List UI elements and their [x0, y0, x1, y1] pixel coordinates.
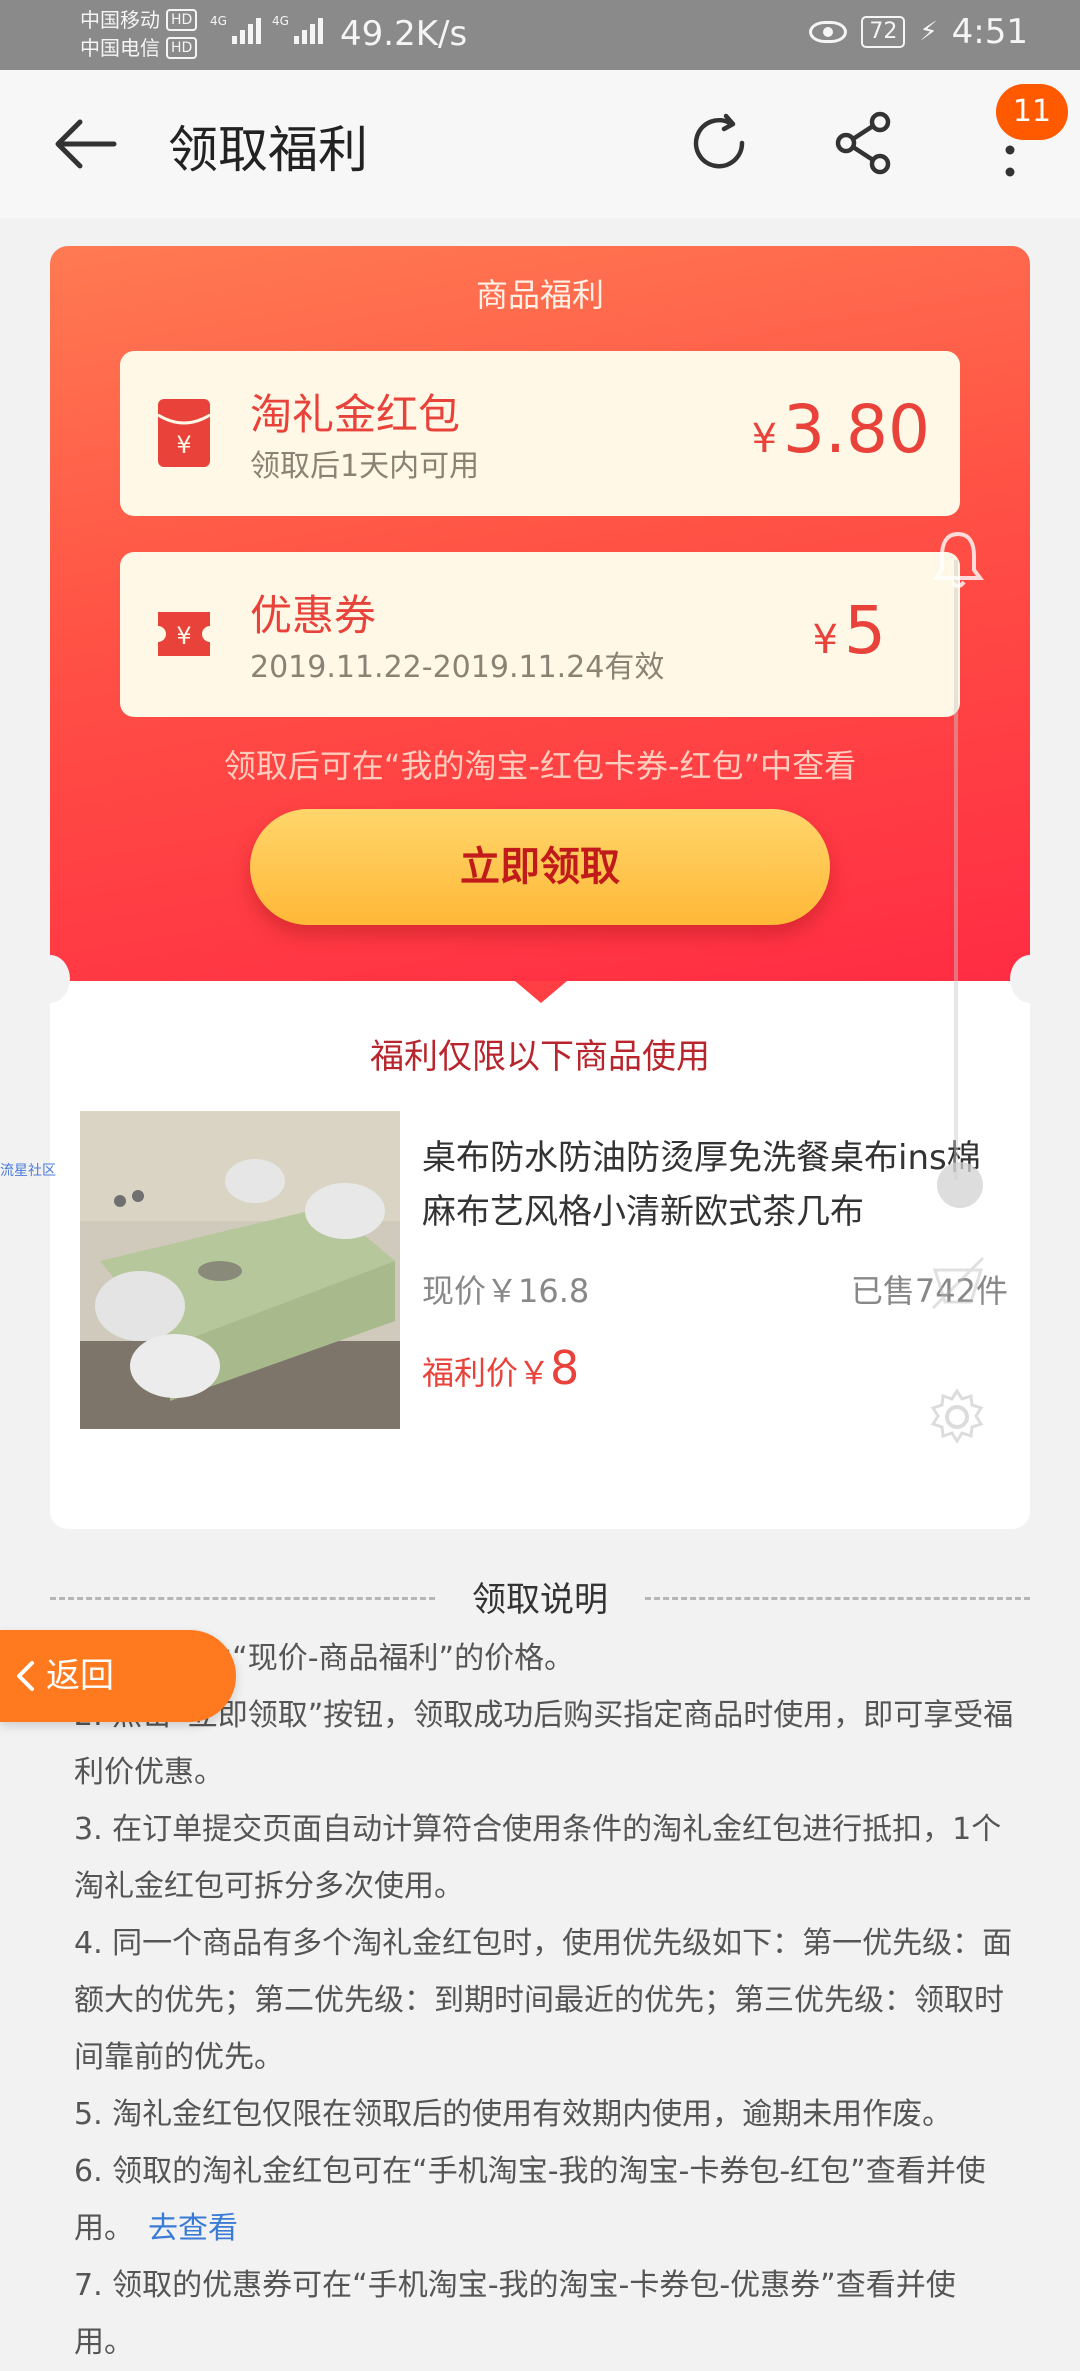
- coupon-amount: ¥3.80: [752, 391, 930, 468]
- red-envelope-icon: ¥: [157, 399, 211, 467]
- instructions-list: 1. 福利价为“现价-商品福利”的价格。 2. 点击“立即领取”按钮，领取成功后…: [74, 1630, 1014, 2371]
- welfare-price-value: 8: [550, 1341, 580, 1395]
- currency-symbol: ¥: [751, 416, 778, 462]
- product-card: 福利仅限以下商品使用 桌布防水防油防烫厚免洗餐桌布ins棉麻布艺风格小清新欧式茶…: [50, 981, 1030, 1529]
- status-bar: 中国移动 HD 中国电信 HD 4G 4G 49.2K/s 72 ⚡ 4:51: [0, 0, 1080, 70]
- svg-text:¥: ¥: [176, 431, 191, 459]
- coupon-title: 淘礼金红包: [250, 390, 461, 439]
- back-arrow-icon[interactable]: [50, 114, 120, 174]
- amount-value: 5: [844, 592, 886, 669]
- battery-level: 72: [861, 16, 906, 48]
- divider-right: [645, 1597, 1030, 1600]
- carrier-2: 中国电信: [80, 36, 160, 60]
- current-price: 现价￥16.8: [422, 1272, 590, 1310]
- card-notch-left: [30, 955, 70, 1003]
- claim-notice: 领取后可在“我的淘宝-红包卡券-红包”中查看: [223, 747, 857, 785]
- welfare-price: 福利价￥8: [422, 1341, 579, 1395]
- card-notch-right: [1010, 955, 1050, 1003]
- coupon-voucher: ¥ 优惠券 2019.11.22-2019.11.24有效 ¥5: [120, 552, 960, 717]
- coupon-amount: ¥5: [813, 592, 886, 669]
- eye-comfort-icon: [809, 21, 848, 43]
- gear-icon[interactable]: [925, 1385, 989, 1449]
- view-link[interactable]: 去查看: [148, 2211, 238, 2246]
- instruction-item: 6. 领取的淘礼金红包可在“手机淘宝-我的淘宝-卡券包-红包”查看并使用。 去查看: [74, 2143, 1014, 2257]
- hd-badge: HD: [166, 9, 198, 31]
- back-label: 返回: [46, 1656, 114, 1696]
- instructions-header: 领取说明: [0, 1572, 1080, 1622]
- charging-icon: ⚡: [919, 17, 938, 47]
- instruction-item: 4. 同一个商品有多个淘礼金红包时，使用优先级如下：第一优先级：面额大的优先；第…: [74, 1926, 1013, 2075]
- floating-slider-track: [954, 560, 958, 1180]
- notification-badge[interactable]: 11: [996, 84, 1068, 140]
- product-title[interactable]: 桌布防水防油防烫厚免洗餐桌布ins棉麻布艺风格小清新欧式茶几布: [422, 1131, 1012, 1239]
- carrier-1: 中国移动: [80, 8, 160, 32]
- signal-icon: 4G: [210, 14, 261, 44]
- hide-overlay-icon[interactable]: [925, 1250, 991, 1316]
- welfare-price-label: 福利价￥: [422, 1354, 551, 1392]
- floating-back-button[interactable]: 返回: [0, 1630, 236, 1722]
- product-image[interactable]: [80, 1111, 400, 1429]
- instruction-item: 3. 在订单提交页面自动计算符合使用条件的淘礼金红包进行抵扣，1个淘礼金红包可拆…: [74, 1812, 1002, 1904]
- svg-text:¥: ¥: [176, 622, 191, 650]
- floating-slider-handle[interactable]: [937, 1162, 983, 1208]
- coupon-title: 优惠券: [250, 591, 377, 640]
- refresh-icon[interactable]: [686, 110, 752, 176]
- share-icon[interactable]: [832, 110, 898, 176]
- signal-icon: 4G: [272, 14, 323, 44]
- amount-value: 3.80: [783, 391, 930, 468]
- claim-now-button[interactable]: 立即领取: [250, 809, 830, 925]
- chevron-left-icon: [17, 1661, 34, 1691]
- network-speed: 49.2K/s: [340, 14, 468, 54]
- nav-bar: 领取福利 11: [0, 70, 1080, 218]
- welfare-card: 商品福利 ¥ 淘礼金红包 领取后1天内可用 ¥3.80 ¥ 优惠券 2019.1…: [50, 246, 1030, 981]
- hd-badge: HD: [166, 37, 198, 59]
- ticket-icon: ¥: [158, 612, 210, 656]
- coupon-red-envelope: ¥ 淘礼金红包 领取后1天内可用 ¥3.80: [120, 351, 960, 516]
- status-right: 72 ⚡ 4:51: [809, 12, 1028, 52]
- currency-symbol: ¥: [812, 617, 838, 663]
- limit-text: 福利仅限以下商品使用: [370, 1037, 710, 1077]
- carrier-info: 中国移动 HD 中国电信 HD: [80, 6, 198, 62]
- card-pointer: [515, 981, 567, 1003]
- card-header: 商品福利: [475, 276, 604, 314]
- page-title: 领取福利: [168, 121, 368, 179]
- instruction-item: 7. 领取的优惠券可在“手机淘宝-我的淘宝-卡券包-优惠券”查看并使用。: [74, 2268, 956, 2360]
- coupon-subtitle: 领取后1天内可用: [250, 449, 480, 484]
- bell-icon[interactable]: [930, 528, 986, 592]
- instruction-item: 5. 淘礼金红包仅限在领取后的使用有效期内使用，逾期未用作废。: [74, 2097, 953, 2132]
- coupon-subtitle: 2019.11.22-2019.11.24有效: [250, 650, 665, 685]
- side-tool-label[interactable]: 流星社区: [0, 1160, 56, 1180]
- clock: 4:51: [951, 12, 1028, 52]
